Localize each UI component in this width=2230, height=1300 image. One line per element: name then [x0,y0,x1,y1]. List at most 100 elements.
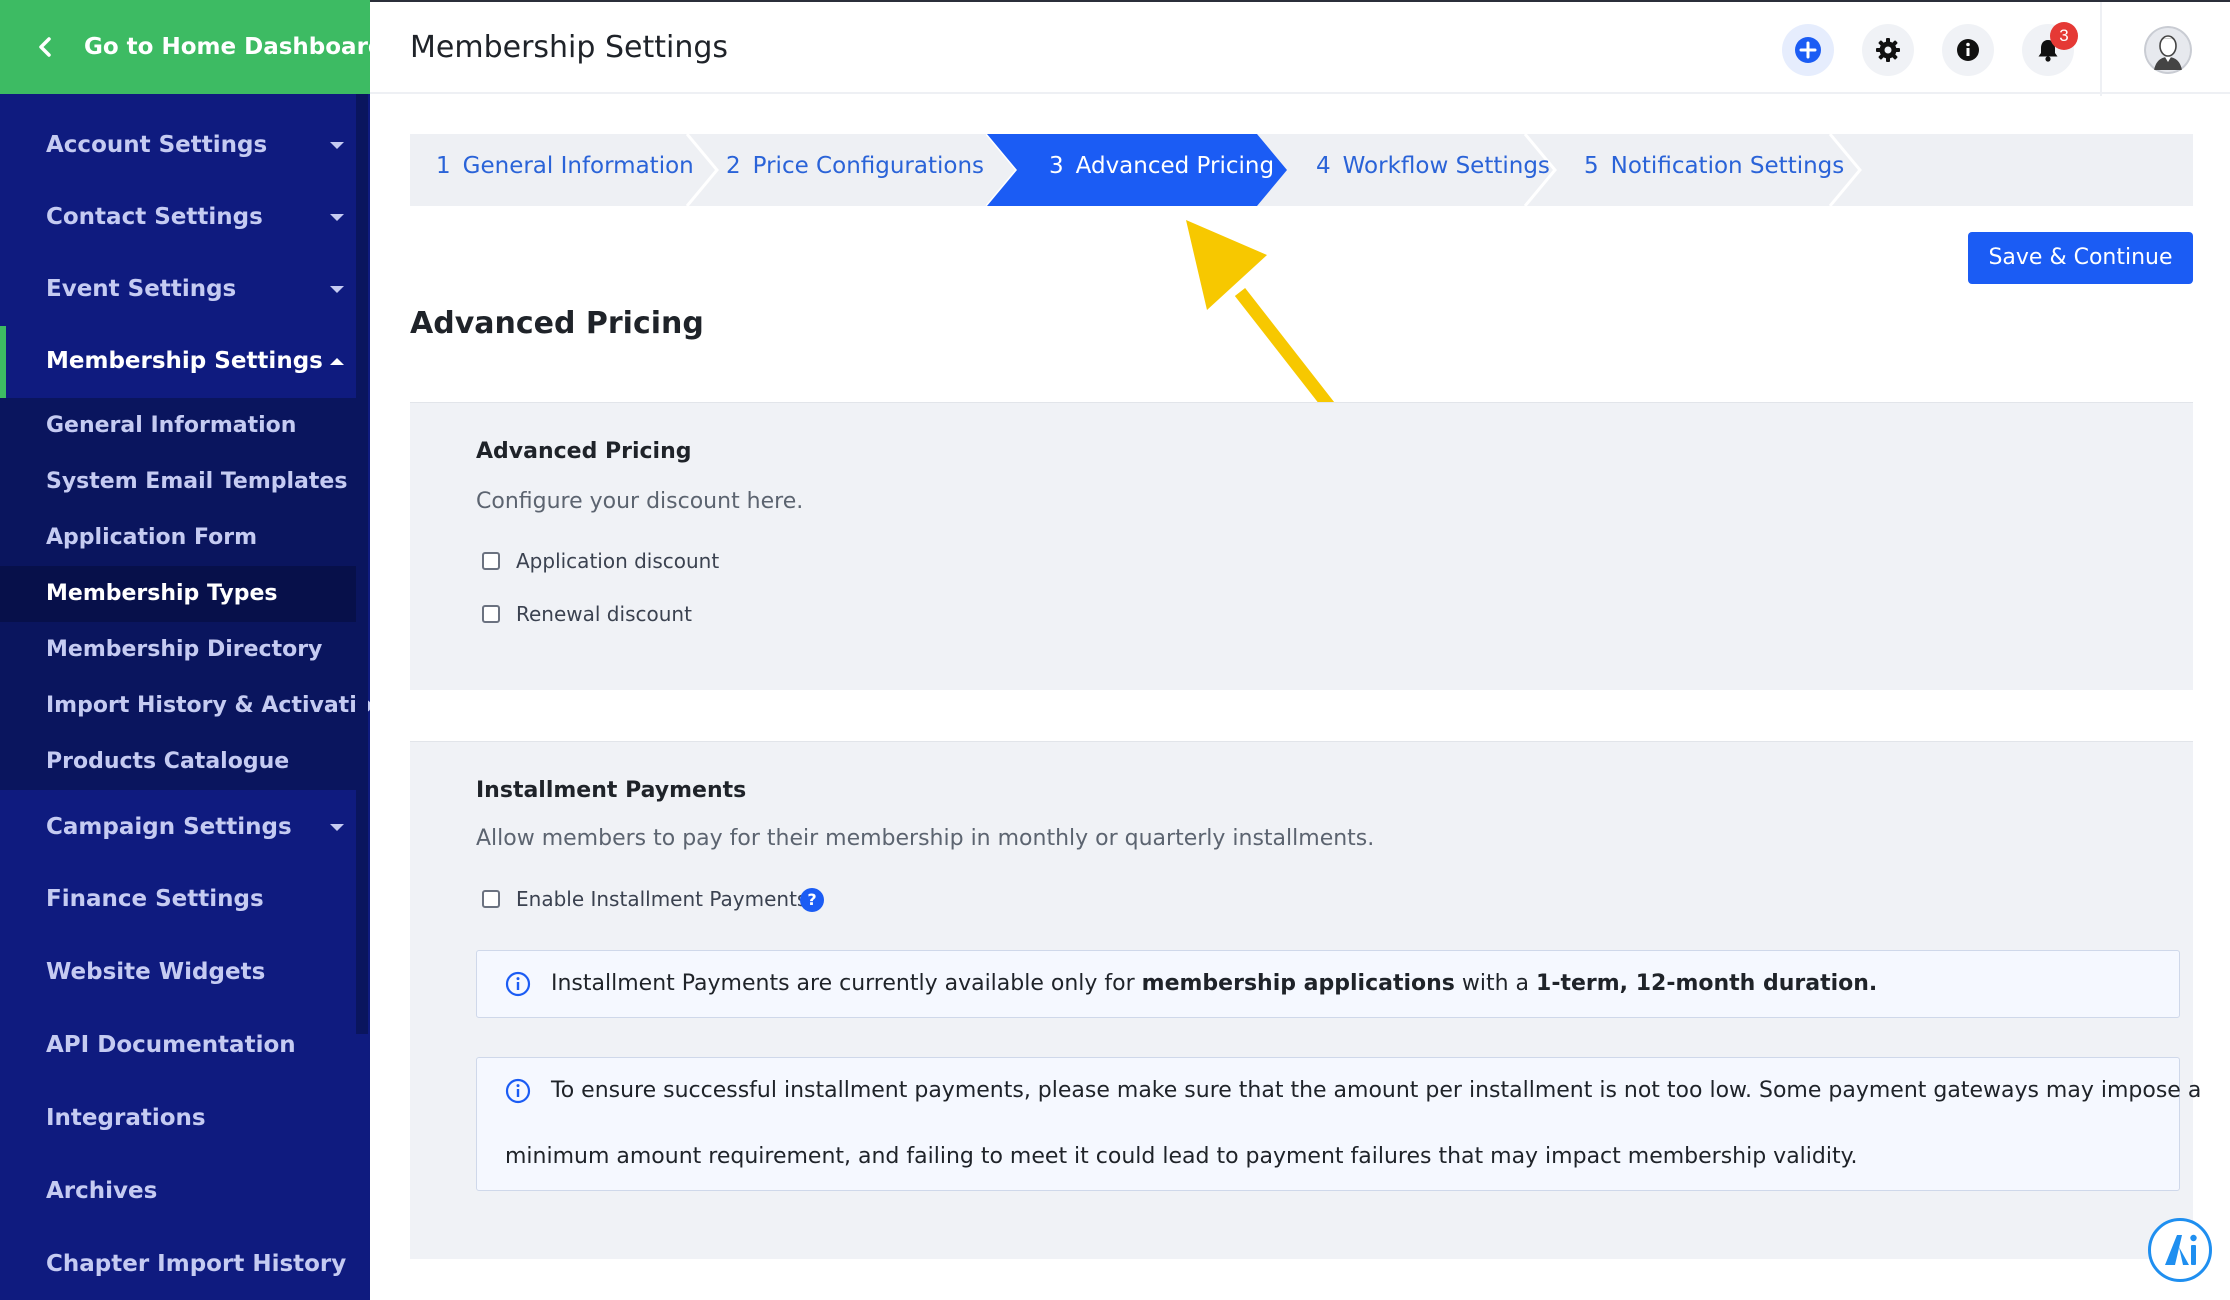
submenu-item-membership-types[interactable]: Membership Types [0,566,356,622]
sidebar-item-campaign-settings[interactable]: Campaign Settings [0,792,370,864]
sidebar-scrollbar[interactable] [356,94,368,1034]
sidebar-item-label: Integrations [46,1105,206,1131]
help-icon[interactable]: ? [800,888,824,912]
panel-description: Allow members to pay for their membershi… [476,826,1375,851]
checkbox-label: Application discount [516,549,720,573]
sidebar-item-website-widgets[interactable]: Website Widgets [0,937,370,1009]
wizard-steps: 1 General Information 2 Price Configuratio… [410,134,2193,206]
step-notification-settings[interactable]: 5 Notification Settings [1559,134,1859,206]
step-number: 5 [1584,153,1599,179]
notifications-button[interactable]: 3 [2022,22,2078,76]
panel-description: Configure your discount here. [476,489,804,514]
sidebar-item-membership-settings[interactable]: Membership Settings [0,326,370,398]
sidebar-item-api-documentation[interactable]: API Documentation [0,1010,370,1082]
caret-down-icon [330,214,344,221]
submenu-item-general-information[interactable]: General Information [0,398,356,454]
submenu-item-membership-directory[interactable]: Membership Directory [0,622,356,678]
notice-emphasis: membership applications [1141,971,1455,996]
gear-icon [1876,38,1900,62]
notification-count-badge: 3 [2050,22,2078,50]
header-divider [2100,2,2102,96]
installment-payments-panel: Installment Payments Allow members to pa… [410,741,2201,1259]
step-advanced-pricing[interactable]: 3 Advanced Pricing [987,134,1289,206]
ai-icon [2165,1234,2197,1265]
advanced-pricing-panel: Advanced Pricing Configure your discount… [410,402,2193,690]
submenu-item-import-history[interactable]: Import History & Activation [0,678,370,734]
notice-text-part: Installment Payments are currently avail… [551,971,1142,996]
home-link-label: Go to Home Dashboard [84,34,370,60]
submenu-item-label: System Email Templates [46,469,348,494]
step-text: Notification Settings [1610,153,1845,179]
top-bar: Membership Settings 3 [370,0,2230,96]
membership-submenu: General Information System Email Templat… [0,398,370,790]
step-number: 1 [436,153,451,179]
sidebar-item-label: Website Widgets [46,959,266,985]
checkbox-label: Enable Installment Payments [516,887,808,911]
info-icon [505,1078,531,1104]
step-number: 3 [1049,153,1064,179]
info-button[interactable] [1942,24,1994,76]
avatar[interactable] [2144,26,2192,74]
sidebar-item-label: Membership Settings [46,348,323,374]
sidebar-item-label: Event Settings [46,276,237,302]
add-button[interactable] [1782,24,1834,76]
sidebar-item-finance-settings[interactable]: Finance Settings [0,864,370,936]
submenu-item-label: Membership Types [46,581,278,606]
add-icon [1795,37,1821,63]
sidebar-item-label: Contact Settings [46,204,263,230]
step-label: 2 Price Configurations [726,153,984,179]
installment-amount-warning: To ensure successful installment payment… [476,1057,2201,1191]
submenu-item-system-email-templates[interactable]: System Email Templates [0,454,356,510]
warning-text-line2: minimum amount requirement, and failing … [505,1144,1858,1169]
sidebar-item-account-settings[interactable]: Account Settings [0,110,370,182]
notice-text-part: with a [1454,971,1537,996]
step-number: 4 [1316,153,1331,179]
section-title: Advanced Pricing [410,306,704,341]
sidebar-item-label: Finance Settings [46,886,264,912]
step-general-information[interactable]: 1 General Information [410,134,700,206]
submenu-item-label: Application Form [46,525,258,550]
installment-availability-notice: Installment Payments are currently avail… [476,950,2180,1018]
step-price-configurations[interactable]: 2 Price Configurations [700,134,1000,206]
step-text: General Information [462,153,694,179]
info-icon [1957,39,1979,61]
enable-installment-payments-checkbox[interactable]: Enable Installment Payments ? [482,886,842,914]
sidebar-item-label: Campaign Settings [46,814,292,840]
panel-heading: Advanced Pricing [476,439,692,464]
caret-up-icon [330,358,344,365]
submenu-item-application-form[interactable]: Application Form [0,510,356,566]
sidebar-item-integrations[interactable]: Integrations [0,1083,370,1155]
info-icon [505,971,531,997]
active-indicator [0,326,6,398]
sidebar-item-label: API Documentation [46,1032,296,1058]
step-text: Advanced Pricing [1075,153,1275,179]
checkbox-box[interactable] [482,552,500,570]
sidebar-item-contact-settings[interactable]: Contact Settings [0,182,370,254]
step-label: 5 Notification Settings [1584,153,1844,179]
checkbox-label: Renewal discount [516,602,692,626]
submenu-item-label: Products Catalogue [46,749,290,774]
submenu-item-label: Import History & Activation [46,693,370,718]
checkbox-box[interactable] [482,890,500,908]
submenu-item-products-catalogue[interactable]: Products Catalogue [0,734,356,790]
step-workflow-settings[interactable]: 4 Workflow Settings [1289,134,1559,206]
notice-emphasis: 1-term, 12-month duration. [1536,971,1878,996]
panel-heading: Installment Payments [476,778,747,803]
warning-text-line1: To ensure successful installment payment… [551,1078,2202,1103]
sidebar-item-label: Archives [46,1178,158,1204]
settings-button[interactable] [1862,24,1914,76]
go-to-home-dashboard-link[interactable]: Go to Home Dashboard [0,0,370,94]
sidebar-item-chapter-import-history[interactable]: Chapter Import History [0,1229,370,1300]
sidebar-item-label: Account Settings [46,132,268,158]
ai-assistant-button[interactable] [2148,1218,2212,1282]
step-text: Price Configurations [752,153,985,179]
caret-down-icon [330,142,344,149]
step-label: 1 General Information [436,153,694,179]
save-and-continue-button[interactable]: Save & Continue [1968,232,2193,284]
checkbox-box[interactable] [482,605,500,623]
sidebar-item-label: Chapter Import History [46,1251,347,1277]
sidebar-item-event-settings[interactable]: Event Settings [0,254,370,326]
step-label: 3 Advanced Pricing [1049,153,1274,179]
sidebar-item-archives[interactable]: Archives [0,1156,370,1228]
submenu-item-label: Membership Directory [46,637,323,662]
